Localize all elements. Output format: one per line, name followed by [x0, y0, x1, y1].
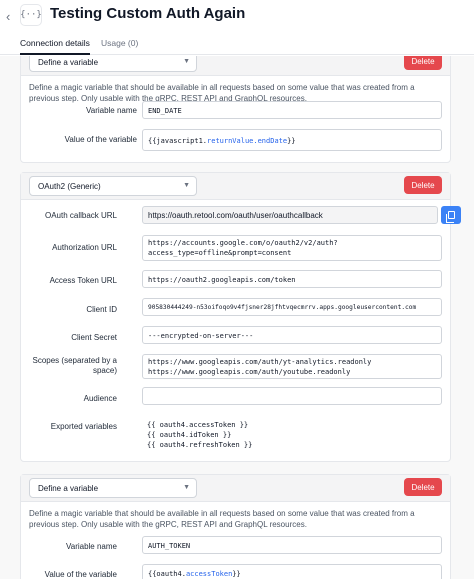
value-suffix: }} — [287, 137, 296, 145]
delete-button[interactable]: Delete — [404, 56, 442, 70]
back-icon[interactable]: ‹ — [6, 9, 10, 24]
variable-name-label: Variable name — [66, 542, 117, 551]
authorization-url-input[interactable]: https://accounts.google.com/o/oauth2/v2/… — [142, 235, 442, 261]
value-highlight: accessToken — [185, 570, 233, 578]
variable-value-input[interactable]: {{oauth4.accessToken}} — [142, 564, 442, 579]
auth-step-header: Define a variable ▼ Delete — [21, 56, 450, 76]
callback-url-field: https://oauth.retool.com/oauth/user/oaut… — [142, 206, 438, 224]
select-value: OAuth2 (Generic) — [38, 182, 101, 191]
value-suffix: }} — [232, 570, 241, 578]
copy-icon[interactable] — [441, 206, 461, 224]
tab-bar: Connection details Usage (0) — [0, 38, 474, 55]
auth-step-header: OAuth2 (Generic) ▼ Delete — [21, 173, 450, 200]
token-url-label: Access Token URL — [49, 276, 117, 285]
variable-name-input[interactable]: END_DATE — [142, 101, 442, 119]
delete-button[interactable]: Delete — [404, 176, 442, 194]
chevron-down-icon: ▼ — [183, 58, 190, 65]
variable-name-input[interactable]: AUTH_TOKEN — [142, 536, 442, 554]
chevron-down-icon: ▼ — [183, 182, 190, 189]
client-id-label: Client ID — [86, 305, 117, 314]
auth-step-card-2: OAuth2 (Generic) ▼ Delete OAuth callback… — [20, 172, 461, 462]
variable-value-label: Value of the variable — [64, 135, 137, 144]
client-id-input[interactable]: 905830444249-n53oifoqo9v4fjsner28jfhtvqe… — [142, 298, 442, 316]
variable-name-label: Variable name — [86, 106, 137, 115]
auth-step-header: Define a variable ▼ Delete — [21, 475, 450, 502]
chevron-down-icon: ▼ — [183, 484, 190, 491]
auth-step-card-1: Define a variable ▼ Delete Define a magi… — [20, 56, 451, 163]
callback-url-label: OAuth callback URL — [44, 211, 117, 220]
exported-variables-label: Exported variables — [50, 422, 117, 431]
auth-step-type-select[interactable]: OAuth2 (Generic) ▼ — [29, 176, 197, 196]
exported-variables-list: {{ oauth4.accessToken }} {{ oauth4.idTok… — [147, 421, 253, 449]
connection-details-panel: Define a variable ▼ Delete Define a magi… — [0, 56, 474, 579]
scopes-input[interactable]: https://www.googleapis.com/auth/yt-analy… — [142, 354, 442, 379]
value-prefix: {{javascript1. — [148, 137, 208, 145]
value-highlight: returnValue.endDate — [207, 137, 288, 145]
client-secret-label: Client Secret — [71, 333, 117, 342]
delete-button[interactable]: Delete — [404, 478, 442, 496]
token-url-input[interactable]: https://oauth2.googleapis.com/token — [142, 270, 442, 288]
value-prefix: {{oauth4. — [148, 570, 186, 578]
auth-step-type-select[interactable]: Define a variable ▼ — [29, 478, 197, 498]
resource-icon: {··} — [20, 4, 42, 26]
scopes-label: Scopes (separated by a space) — [32, 356, 118, 375]
page-title: Testing Custom Auth Again — [50, 5, 246, 22]
audience-input[interactable] — [142, 387, 442, 405]
tab-connection-details[interactable]: Connection details — [20, 38, 90, 55]
authorization-url-label: Authorization URL — [52, 243, 117, 252]
audience-label: Audience — [83, 394, 117, 403]
variable-value-input[interactable]: {{javascript1.returnValue.endDate}} — [142, 129, 442, 151]
tab-usage[interactable]: Usage (0) — [101, 38, 138, 52]
variable-value-label: Value of the variable — [44, 570, 117, 579]
client-secret-input[interactable]: ---encrypted-on-server--- — [142, 326, 442, 344]
select-value: Define a variable — [38, 484, 99, 493]
step-description: Define a magic variable that should be a… — [29, 509, 415, 529]
select-value: Define a variable — [38, 58, 99, 67]
auth-step-type-select[interactable]: Define a variable ▼ — [29, 56, 197, 72]
auth-step-card-3: Define a variable ▼ Delete Define a magi… — [20, 474, 451, 579]
page-header: ‹ {··} Testing Custom Auth Again Connect… — [0, 0, 474, 56]
